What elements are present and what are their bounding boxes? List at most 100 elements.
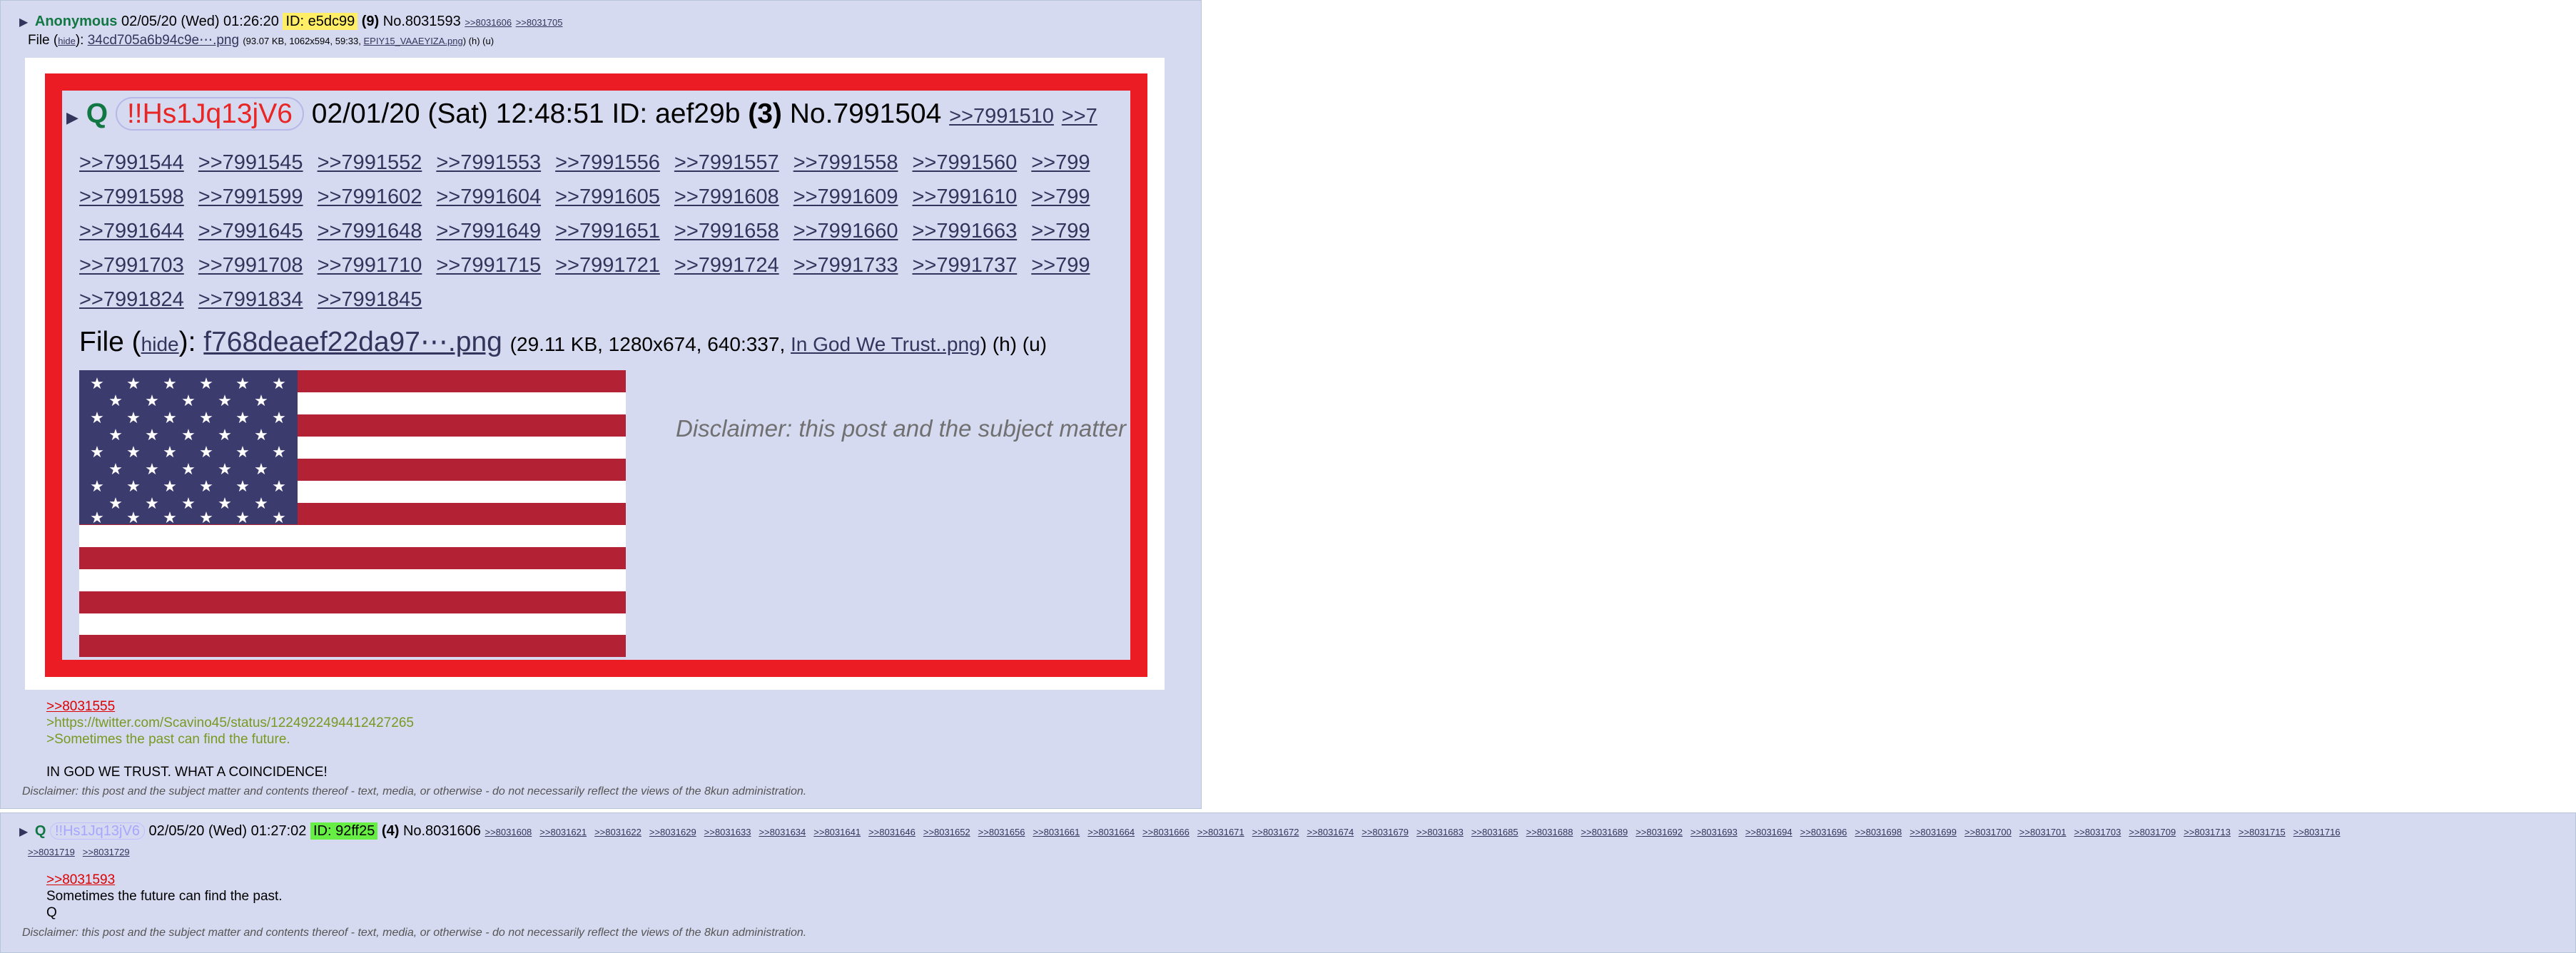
backlink[interactable]: >>8031674 [1307, 827, 1354, 837]
svg-text:★: ★ [235, 444, 250, 462]
backlink[interactable]: >>8031703 [2074, 827, 2121, 837]
backlink[interactable]: >>8031629 [649, 827, 696, 837]
backlink[interactable]: >>8031713 [2184, 827, 2231, 837]
post-body: >>8031593 Sometimes the future can find … [46, 872, 283, 921]
backlink[interactable]: >>8031671 [1197, 827, 1244, 837]
poster-name: Anonymous [34, 14, 118, 29]
backlink[interactable]: >>8031666 [1142, 827, 1190, 837]
svg-text:★: ★ [235, 478, 250, 496]
backlink[interactable]: >>8031719 [28, 847, 75, 857]
file-info: File (hide): 34cd705a6b94c9e⋯.png (93.07… [28, 33, 495, 48]
backlink[interactable]: >>8031688 [1526, 827, 1573, 837]
svg-text:★: ★ [272, 444, 286, 462]
post-date: 02/05/20 (Wed) 01:26:20 [121, 14, 279, 29]
svg-text:★: ★ [163, 509, 177, 527]
svg-text:★: ★ [90, 478, 104, 496]
backlink[interactable]: >>8031685 [1471, 827, 1518, 837]
backlink[interactable]: >>8031646 [868, 827, 916, 837]
svg-text:★: ★ [126, 509, 141, 527]
poster-id[interactable]: ID: e5dc99 [283, 13, 358, 30]
backlink[interactable]: >>8031622 [594, 827, 642, 837]
svg-text:★: ★ [218, 427, 232, 444]
backlink[interactable]: >>8031700 [1964, 827, 2012, 837]
file-hide-link[interactable]: hide [58, 36, 76, 46]
post-text: IN GOD WE TRUST. WHAT A COINCIDENCE! [46, 765, 328, 780]
greentext-line: >https://twitter.com/Scavino45/status/12… [46, 715, 414, 730]
backlink[interactable]: >>8031672 [1252, 827, 1299, 837]
svg-text:★: ★ [181, 392, 196, 410]
backlink[interactable]: >>8031692 [1636, 827, 1683, 837]
backlink[interactable]: >>8031652 [923, 827, 970, 837]
backlink[interactable]: >>8031634 [759, 827, 806, 837]
quote-link[interactable]: >>8031593 [46, 872, 115, 887]
backlink[interactable]: >>8031693 [1690, 827, 1738, 837]
backlink[interactable]: >>8031729 [83, 847, 130, 857]
embedded-backlink-row: >>7991644 >>7991645 >>7991648 >>7991649 >>79… [79, 220, 1090, 243]
backlink[interactable]: >>8031705 [516, 17, 563, 28]
file-link[interactable]: 34cd705a6b94c9e⋯.png [88, 33, 239, 48]
backlink[interactable]: >>8031641 [813, 827, 861, 837]
backlink[interactable]: >>8031716 [2293, 827, 2341, 837]
collapse-triangle-icon: ▶ [66, 108, 78, 126]
backlink[interactable]: >>8031699 [1910, 827, 1957, 837]
backlink[interactable]: >>8031661 [1033, 827, 1080, 837]
backlink[interactable]: >>8031621 [539, 827, 587, 837]
svg-text:★: ★ [254, 495, 268, 513]
post-number[interactable]: No.8031593 [383, 14, 461, 29]
post-number[interactable]: No.8031606 [403, 823, 481, 839]
svg-text:★: ★ [126, 409, 141, 427]
post-8031606: ▶ Q !!Hs1Jq13jV6 02/05/20 (Wed) 01:27:02… [0, 812, 2576, 953]
svg-text:★: ★ [235, 409, 250, 427]
embedded-post-intro: ▶ Q !!Hs1Jq13jV6 02/01/20 (Sat) 12:48:51… [66, 97, 1097, 131]
backlink[interactable]: >>8031656 [978, 827, 1025, 837]
backlink[interactable]: >>8031715 [2238, 827, 2286, 837]
svg-text:★: ★ [145, 461, 159, 479]
backlink[interactable]: >>8031679 [1361, 827, 1409, 837]
backlink[interactable]: >>8031709 [2129, 827, 2176, 837]
backlink[interactable]: >>8031701 [2019, 827, 2067, 837]
svg-text:★: ★ [272, 478, 286, 496]
reply-backlinks: >>8031608 >>8031621 >>8031622 >>8031629 >>80… [485, 823, 2348, 839]
svg-text:★: ★ [90, 409, 104, 427]
backlink[interactable]: >>8031606 [465, 17, 512, 28]
post-body: >>8031555 >https://twitter.com/Scavino45… [46, 698, 414, 780]
file-original-name[interactable]: EPIY15_VAAEYIZA.png [363, 36, 462, 46]
svg-text:★: ★ [199, 375, 213, 393]
collapse-triangle-icon[interactable]: ▶ [19, 16, 28, 29]
backlink[interactable]: >>8031696 [1800, 827, 1847, 837]
quote-link[interactable]: >>8031555 [46, 699, 115, 714]
svg-text:★: ★ [163, 409, 177, 427]
svg-text:★: ★ [126, 444, 141, 462]
svg-text:★: ★ [272, 375, 286, 393]
backlink[interactable]: >>8031689 [1581, 827, 1628, 837]
poster-id[interactable]: ID: 92ff25 [310, 822, 378, 840]
embedded-backlink-row: >>7991544 >>7991545 >>7991552 >>7991553 >>79… [79, 151, 1090, 174]
post-disclaimer: Disclaimer: this post and the subject ma… [22, 927, 807, 939]
svg-text:★: ★ [181, 461, 196, 479]
attached-image[interactable]: ▶ Q !!Hs1Jq13jV6 02/01/20 (Sat) 12:48:51… [25, 58, 1165, 690]
backlink[interactable]: >>8031664 [1087, 827, 1135, 837]
backlink[interactable]: >>8031608 [485, 827, 532, 837]
svg-text:★: ★ [108, 461, 123, 479]
post-count: (9) [361, 14, 380, 29]
embedded-backlink-row: >>7991703 >>7991708 >>7991710 >>7991715 >>79… [79, 254, 1090, 277]
svg-text:★: ★ [199, 478, 213, 496]
post-intro: ▶ Q !!Hs1Jq13jV6 02/05/20 (Wed) 01:27:02… [19, 822, 2348, 842]
backlink[interactable]: >>8031683 [1416, 827, 1464, 837]
svg-text:★: ★ [163, 444, 177, 462]
svg-text:★: ★ [126, 478, 141, 496]
backlink[interactable]: >>8031698 [1855, 827, 1902, 837]
svg-text:★: ★ [126, 375, 141, 393]
svg-text:★: ★ [272, 409, 286, 427]
backlink[interactable]: >>8031633 [704, 827, 751, 837]
svg-text:★: ★ [235, 509, 250, 527]
svg-text:★: ★ [199, 409, 213, 427]
poster-name: Q [34, 823, 46, 839]
svg-text:★: ★ [163, 478, 177, 496]
backlink[interactable]: >>8031694 [1745, 827, 1792, 837]
svg-text:★: ★ [145, 495, 159, 513]
svg-text:★: ★ [90, 509, 104, 527]
svg-text:★: ★ [218, 461, 232, 479]
svg-text:★: ★ [235, 375, 250, 393]
collapse-triangle-icon[interactable]: ▶ [19, 826, 28, 838]
